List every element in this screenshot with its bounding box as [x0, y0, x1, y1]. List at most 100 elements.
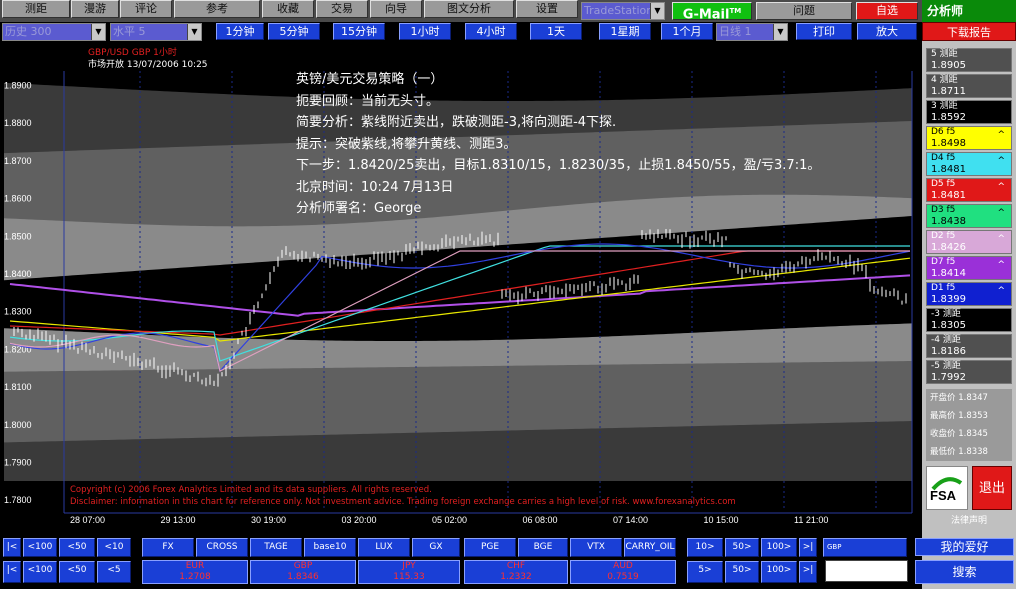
svg-text:FSA: FSA [930, 488, 957, 503]
indicator-gx[interactable]: GX [412, 538, 460, 557]
nav-last-button[interactable]: >| [799, 561, 817, 583]
favorites-button[interactable]: 收藏 [262, 0, 314, 18]
level-item[interactable]: -4 测距 1.8186 [926, 334, 1012, 358]
mode-combo[interactable]: 日线 1 ▼ [716, 23, 788, 41]
nav-back10-button[interactable]: <10 [97, 538, 131, 557]
nav-first-button[interactable]: |< [3, 538, 21, 557]
roam-button[interactable]: 漫游 [71, 0, 119, 18]
chevron-up-icon[interactable]: ^ [997, 260, 1005, 271]
level-item[interactable]: 4 测距 1.8711 [926, 74, 1012, 98]
level-label: 4 测距 [931, 75, 958, 85]
nav-fwd10-button[interactable]: 10> [687, 538, 723, 557]
period-15m-button[interactable]: 15分钟 [333, 23, 385, 40]
print-button[interactable]: 打印 [796, 23, 852, 40]
trade-button[interactable]: 交易 [316, 0, 368, 18]
nav-back100-button[interactable]: <100 [23, 538, 57, 557]
quote-aud[interactable]: AUD 0.7519 [570, 560, 676, 584]
level-item[interactable]: D6 f5 1.8498 ^ [926, 126, 1012, 150]
quote-gbp[interactable]: GBP 1.8346 [250, 560, 356, 584]
chart-analysis-button[interactable]: 图文分析 [424, 0, 514, 18]
level-item[interactable]: -5 测距 1.7992 [926, 360, 1012, 384]
chevron-up-icon[interactable]: ^ [997, 156, 1005, 167]
nav-back5-button[interactable]: <5 [97, 561, 131, 583]
nav-back100-button[interactable]: <100 [23, 561, 57, 583]
chevron-up-icon[interactable]: ^ [997, 130, 1005, 141]
level-label: -5 测距 [931, 361, 961, 371]
search-button[interactable]: 搜索 [915, 560, 1014, 584]
indicator-fx[interactable]: FX [142, 538, 194, 557]
period-1w-button[interactable]: 1星期 [599, 23, 651, 40]
legal-notice-link[interactable]: 法律声明 [926, 514, 1012, 528]
level-item[interactable]: D2 f5 1.8426 ^ [926, 230, 1012, 254]
level-item[interactable]: D7 f5 1.8414 ^ [926, 256, 1012, 280]
download-report-button[interactable]: 下载报告 [922, 22, 1016, 41]
quote-name: CHF [506, 561, 526, 571]
help-button[interactable]: 问题 [756, 2, 852, 20]
quote-jpy[interactable]: JPY 115.33 [358, 560, 460, 584]
y-tick-label: 1.7800 [4, 495, 32, 505]
indicator-lux[interactable]: LUX [358, 538, 410, 557]
nav-first-button[interactable]: |< [3, 561, 21, 583]
nav-last-button[interactable]: >| [799, 538, 817, 557]
fsa-logo[interactable]: FSA [926, 466, 968, 510]
level-item[interactable]: -3 测距 1.8305 [926, 308, 1012, 332]
level-item[interactable]: 3 测距 1.8592 [926, 100, 1012, 124]
quote-chf[interactable]: CHF 1.2332 [464, 560, 568, 584]
exit-button[interactable]: 退出 [972, 466, 1012, 510]
gmail-button[interactable]: G-MailTM [672, 2, 752, 20]
nav-back50-button[interactable]: <50 [59, 561, 95, 583]
strategy-next-step: 下一步：1.8420/25卖出，目标1.8310/15，1.8230/35，止损… [296, 158, 821, 173]
nav-fwd5-button[interactable]: 5> [687, 561, 723, 583]
mode-combo-value: 日线 1 [719, 25, 752, 38]
quote-value: 1.2708 [179, 572, 211, 582]
chevron-up-icon[interactable]: ^ [997, 182, 1005, 193]
nav-fwd50-button[interactable]: 50> [725, 538, 759, 557]
indicator-vtx[interactable]: VTX [570, 538, 622, 557]
quote-eur[interactable]: EUR 1.2708 [142, 560, 248, 584]
period-1d-button[interactable]: 1天 [530, 23, 582, 40]
nav-fwd50-button[interactable]: 50> [725, 561, 759, 583]
period-1m-button[interactable]: 1分钟 [216, 23, 264, 40]
level-item[interactable]: D1 f5 1.8399 ^ [926, 282, 1012, 306]
period-5m-button[interactable]: 5分钟 [268, 23, 320, 40]
chevron-up-icon[interactable]: ^ [997, 234, 1005, 245]
symbol-input[interactable] [825, 560, 908, 582]
history-combo[interactable]: 历史 300 ▼ [2, 23, 106, 41]
measure-button[interactable]: 测距 [2, 0, 70, 18]
zoom-button[interactable]: 放大 [857, 23, 917, 40]
copyright-line-2: Disclaimer: information in this chart fo… [70, 497, 736, 507]
nav-fwd100-button[interactable]: 100> [761, 561, 797, 583]
indicator-pge[interactable]: PGE [464, 538, 516, 557]
y-tick-label: 1.7900 [4, 458, 32, 468]
period-1h-button[interactable]: 1小时 [399, 23, 451, 40]
chevron-down-icon: ▼ [650, 3, 664, 19]
indicator-cross[interactable]: CROSS [196, 538, 248, 557]
settings-button[interactable]: 设置 [516, 0, 578, 18]
indicator-bge[interactable]: BGE [518, 538, 568, 557]
chevron-up-icon[interactable]: ^ [997, 208, 1005, 219]
period-4h-button[interactable]: 4小时 [465, 23, 517, 40]
indicator-carry-oil[interactable]: CARRY_OIL [624, 538, 676, 557]
level-combo[interactable]: 水平 5 ▼ [110, 23, 202, 41]
price-chart[interactable]: 1.7800 1.7900 1.8000 1.8100 1.8200 1.8300 1.84… [0, 41, 922, 530]
period-1mo-button[interactable]: 1个月 [661, 23, 713, 40]
review-button[interactable]: 评论 [120, 0, 172, 18]
level-item[interactable]: 5 测距 1.8905 [926, 48, 1012, 72]
gmail-label: G-Mail [682, 7, 730, 20]
nav-back50-button[interactable]: <50 [59, 538, 95, 557]
level-label: -3 测距 [931, 309, 961, 319]
level-item[interactable]: D3 f5 1.8438 ^ [926, 204, 1012, 228]
wizard-button[interactable]: 向导 [370, 0, 422, 18]
my-favorites-button[interactable]: 我的爱好 [915, 538, 1014, 556]
reference-button[interactable]: 参考 [174, 0, 260, 18]
indicator-base10[interactable]: base10 [304, 538, 356, 557]
chevron-up-icon[interactable]: ^ [997, 286, 1005, 297]
watchlist-button[interactable]: 自选 [856, 2, 918, 20]
level-item[interactable]: D4 f5 1.8481 ^ [926, 152, 1012, 176]
indicator-tage[interactable]: TAGE [250, 538, 302, 557]
trading-terminal: 测距 漫游 评论 参考 收藏 交易 向导 图文分析 设置 TradeStatio… [0, 0, 1016, 589]
nav-fwd100-button[interactable]: 100> [761, 538, 797, 557]
level-item[interactable]: D5 f5 1.8481 ^ [926, 178, 1012, 202]
y-tick-label: 1.8400 [4, 269, 32, 279]
tool-combo[interactable]: TradeStation ▼ [581, 2, 665, 20]
